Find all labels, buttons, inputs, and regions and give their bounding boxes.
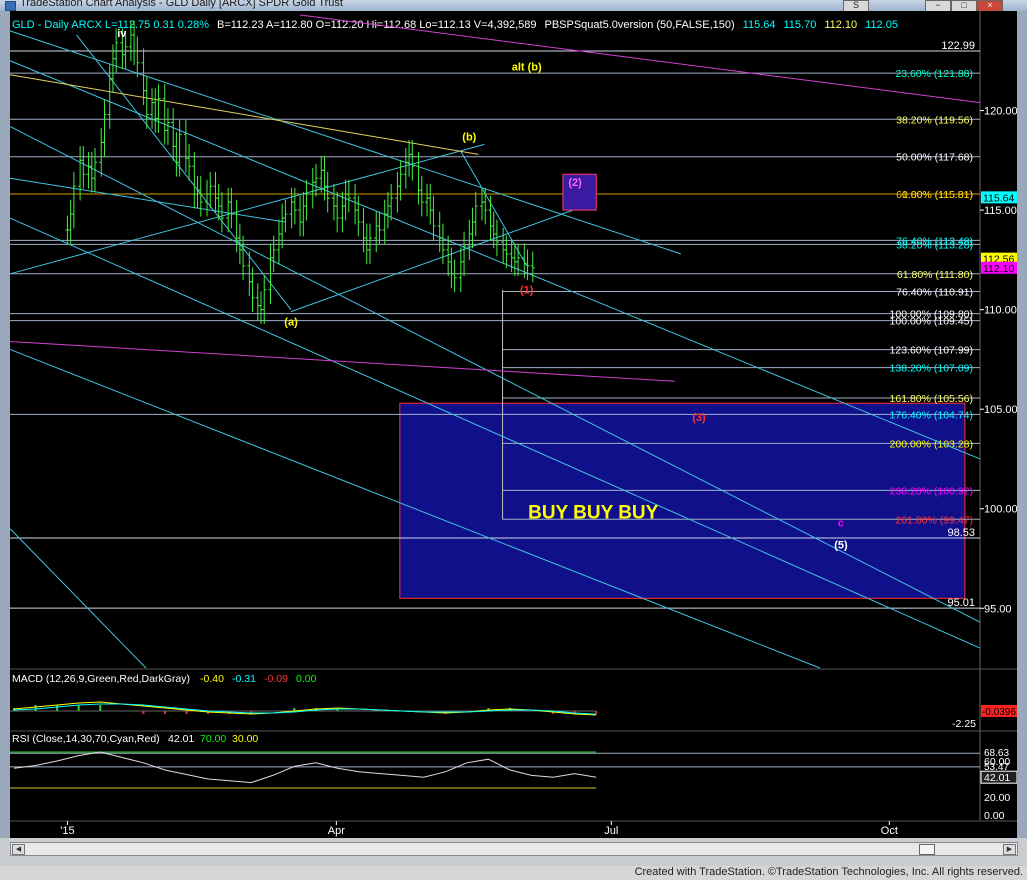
rsi-level-label: 68.63 [984, 748, 1009, 759]
wave-label: iv [117, 28, 127, 40]
price-tick-label: 105.00 [984, 404, 1018, 416]
macd-axis-label: -2.25 [952, 718, 976, 730]
price-tick-label: 110.00 [984, 305, 1017, 317]
date-tick-label: Oct [881, 825, 898, 837]
rsi-last-value: 42.01 [984, 772, 1010, 784]
horizontal-level-label: 98.53 [947, 527, 975, 539]
close-button[interactable]: × [977, 0, 1003, 11]
minimize-button[interactable]: − [925, 0, 951, 11]
symbol-link-button[interactable]: S [843, 0, 869, 11]
macd-value: 0.00 [296, 673, 317, 685]
fib-level-label: 123.60% (107.99) [890, 345, 973, 357]
app-icon [5, 1, 16, 11]
buy-annotation: BUY BUY BUY [528, 503, 659, 524]
fib-level-label: 176.40% (104.74) [890, 409, 973, 421]
wave-label: (3) [692, 412, 706, 424]
header-item: PBSPSquat5.0version (50,FALSE,150) [544, 19, 734, 31]
macd-value: -0.09 [264, 673, 288, 685]
fib-level-label: 0.00% (115.81) [902, 189, 973, 201]
wave-label: (b) [462, 131, 476, 143]
last-price-label: 115.64 [983, 192, 1014, 204]
fib-level-label: 23.60% (121.88) [895, 68, 973, 80]
fib-level-label: 261.80% (99.47) [895, 514, 973, 526]
wave-label: c [838, 518, 844, 530]
wave-label: (a) [284, 317, 298, 329]
rsi-axis-label: 0.00 [984, 810, 1005, 822]
rsi-axis-label: 20.00 [984, 792, 1010, 804]
header-item: 115.70 [783, 19, 816, 31]
price-tick-label: 100.00 [984, 504, 1018, 516]
rsi-title: RSI (Close,14,30,70,Cyan,Red) [12, 733, 160, 745]
rsi-value: 42.01 [168, 733, 194, 745]
fib-level-label: 50.00% (117.68) [896, 152, 973, 164]
fib-level-label: 161.80% (105.56) [890, 393, 973, 405]
window-frame-right [1017, 11, 1027, 866]
fib-level-label: 138.20% (107.09) [890, 363, 973, 375]
chart-canvas[interactable]: GLD - Daily ARCX L=112.75 0.31 0.28% B=11… [0, 0, 1027, 880]
header-item: GLD - Daily ARCX L=112.75 0.31 0.28% [12, 19, 209, 31]
window-title: TradeStation Chart Analysis - GLD Daily … [20, 0, 343, 9]
scroll-left-button[interactable]: ◀ [12, 844, 25, 855]
buy-zone-box [399, 402, 966, 599]
macd-value: -0.40 [200, 673, 224, 685]
header-item: 112.10 [824, 19, 857, 31]
macd-last-value: -0.0396 [982, 707, 1016, 718]
price-tick-label: 95.00 [984, 603, 1012, 615]
title-bar[interactable]: TradeStation Chart Analysis - GLD Daily … [0, 0, 1027, 11]
last-price-label: 112.10 [983, 263, 1014, 275]
horizontal-scrollbar[interactable]: ◀ ▶ [10, 842, 1018, 856]
wave-label: (1) [520, 285, 534, 297]
wave-label: (5) [834, 540, 848, 552]
wave-label: (2) [568, 177, 582, 189]
horizontal-level-label: 122.99 [941, 40, 975, 52]
scroll-thumb[interactable] [919, 844, 935, 855]
credit-text: Created with TradeStation. ©TradeStation… [634, 866, 1023, 878]
date-tick-label: Jul [604, 825, 618, 837]
header-item: 112.05 [865, 19, 898, 31]
fib-level-label: 200.00% (103.28) [890, 438, 973, 450]
rsi-value: 30.00 [232, 733, 258, 745]
window-frame-left [0, 11, 10, 866]
date-tick-label: Apr [328, 825, 345, 837]
price-tick-label: 120.00 [984, 106, 1018, 118]
fib-level-label: 100.00% (109.45) [890, 316, 973, 328]
fib-level-label: 38.20% (119.56) [896, 114, 973, 126]
fib-level-label: 38.20% (113.28) [896, 239, 973, 251]
fib-level-label: 76.40% (110.91) [896, 287, 973, 299]
fib-level-label: 238.20% (100.92) [890, 485, 973, 497]
wave-label: alt (b) [512, 62, 542, 74]
maximize-button[interactable]: □ [951, 0, 977, 11]
macd-title: MACD (12,26,9,Green,Red,DarkGray) [12, 673, 190, 685]
scroll-right-button[interactable]: ▶ [1003, 844, 1016, 855]
fib-level-label: 61.80% (111.80) [897, 269, 973, 281]
price-tick-label: 115.00 [984, 205, 1017, 217]
date-tick-label: '15 [60, 825, 74, 837]
macd-value: -0.31 [232, 673, 256, 685]
rsi-value: 70.00 [200, 733, 226, 745]
header-item: 115.64 [743, 19, 776, 31]
